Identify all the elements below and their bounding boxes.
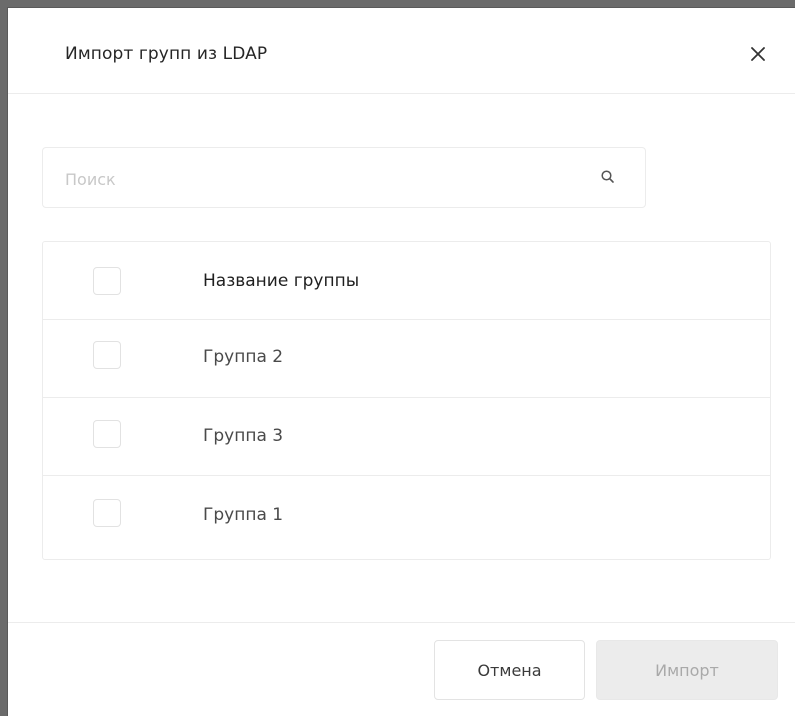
close-button[interactable] <box>743 39 773 69</box>
search-icon[interactable] <box>599 168 617 186</box>
dialog-header: Импорт групп из LDAP <box>8 8 795 94</box>
row-checkbox[interactable] <box>93 499 121 527</box>
table-row[interactable]: Группа 2 <box>43 320 770 398</box>
groups-table: Название группы Группа 2 Группа 3 Группа… <box>42 241 771 560</box>
dialog-title: Импорт групп из LDAP <box>65 44 268 64</box>
table-row[interactable]: Группа 1 <box>43 477 770 555</box>
select-all-checkbox[interactable] <box>93 267 121 295</box>
row-checkbox[interactable] <box>93 341 121 369</box>
import-button[interactable]: Импорт <box>596 640 778 700</box>
table-row[interactable]: Группа 3 <box>43 398 770 476</box>
search-input[interactable] <box>63 162 587 196</box>
group-name-cell: Группа 2 <box>203 347 284 367</box>
dialog-footer: Отмена Импорт <box>8 622 795 716</box>
column-header-group-name: Название группы <box>203 271 360 291</box>
group-name-cell: Группа 3 <box>203 426 284 446</box>
table-header-row: Название группы <box>43 242 770 320</box>
row-checkbox[interactable] <box>93 420 121 448</box>
import-ldap-dialog: Импорт групп из LDAP Название группы Гру… <box>8 8 795 716</box>
cancel-button[interactable]: Отмена <box>434 640 585 700</box>
search-box <box>42 147 646 208</box>
close-icon <box>751 47 765 61</box>
group-name-cell: Группа 1 <box>203 505 284 525</box>
